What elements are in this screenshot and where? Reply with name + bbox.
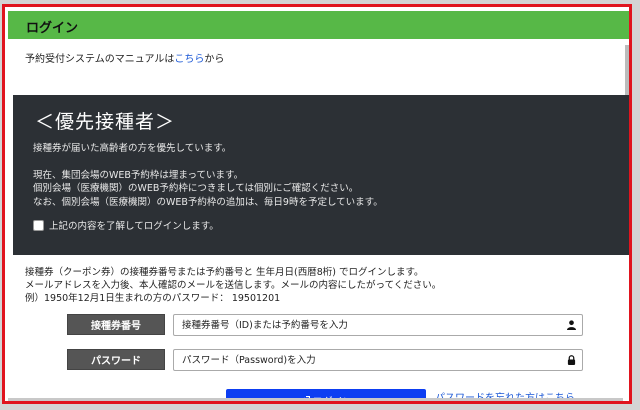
password-label: パスワード (67, 349, 165, 370)
vertical-scrollbar[interactable] (625, 45, 629, 100)
page-frame: ログイン 予約受付システムのマニュアルはこちらから ＜優先接種者＞ 接種券が届い… (2, 4, 632, 404)
user-icon (560, 320, 582, 330)
notice-line: 現在、集団会場のWEB予約枠は埋まっています。 (33, 169, 244, 181)
page-header: ログイン (8, 11, 629, 39)
manual-prefix: 予約受付システムのマニュアルは (25, 54, 175, 65)
agree-label: 上記の内容を了解してログインします。 (49, 221, 219, 232)
password-field[interactable] (173, 349, 583, 371)
login-button[interactable]: ログイン (226, 389, 426, 401)
instruction-line: 接種券（クーポン券）の接種券番号または予約番号と 生年月日(西暦8桁) でログイ… (25, 267, 424, 278)
login-instructions: 接種券（クーポン券）の接種券番号または予約番号と 生年月日(西暦8桁) でログイ… (25, 266, 441, 305)
password-input[interactable] (174, 353, 560, 367)
password-row: パスワード (67, 349, 165, 370)
manual-suffix: から (204, 54, 225, 65)
manual-link[interactable]: こちら (174, 54, 204, 65)
agree-checkbox[interactable] (33, 219, 44, 231)
id-row: 接種券番号 (67, 314, 165, 335)
horizontal-scrollbar[interactable] (8, 398, 623, 401)
id-label: 接種券番号 (67, 314, 165, 335)
priority-notice-title: ＜優先接種者＞ (35, 111, 176, 133)
agree-checkbox-row[interactable]: 上記の内容を了解してログインします。 (33, 218, 629, 232)
notice-line: 接種券が届いた高齢者の方を優先しています。 (33, 143, 232, 154)
instruction-line: 例）1950年12月1日生まれの方のパスワード： 19501201 (25, 293, 281, 304)
lock-icon (560, 355, 582, 365)
manual-notice: 予約受付システムのマニュアルはこちらから (25, 50, 224, 65)
priority-notice-panel: ＜優先接種者＞ 接種券が届いた高齢者の方を優先しています。 現在、集団会場のWE… (13, 95, 629, 255)
page-title: ログイン (26, 21, 79, 36)
forgot-password-link[interactable]: パスワードを忘れた方はこちら (435, 389, 575, 401)
id-input[interactable] (174, 318, 560, 332)
notice-line: 個別会場（医療機関）のWEB予約枠につきましては個別にご確認ください。 (33, 183, 359, 194)
notice-line: なお、個別会場（医療機関）のWEB予約枠の追加は、毎日9時を予定しています。 (33, 196, 383, 208)
id-field[interactable] (173, 314, 583, 336)
instruction-line: メールアドレスを入力後、本人確認のメールを送信します。メールの内容にしたがってく… (25, 280, 442, 291)
